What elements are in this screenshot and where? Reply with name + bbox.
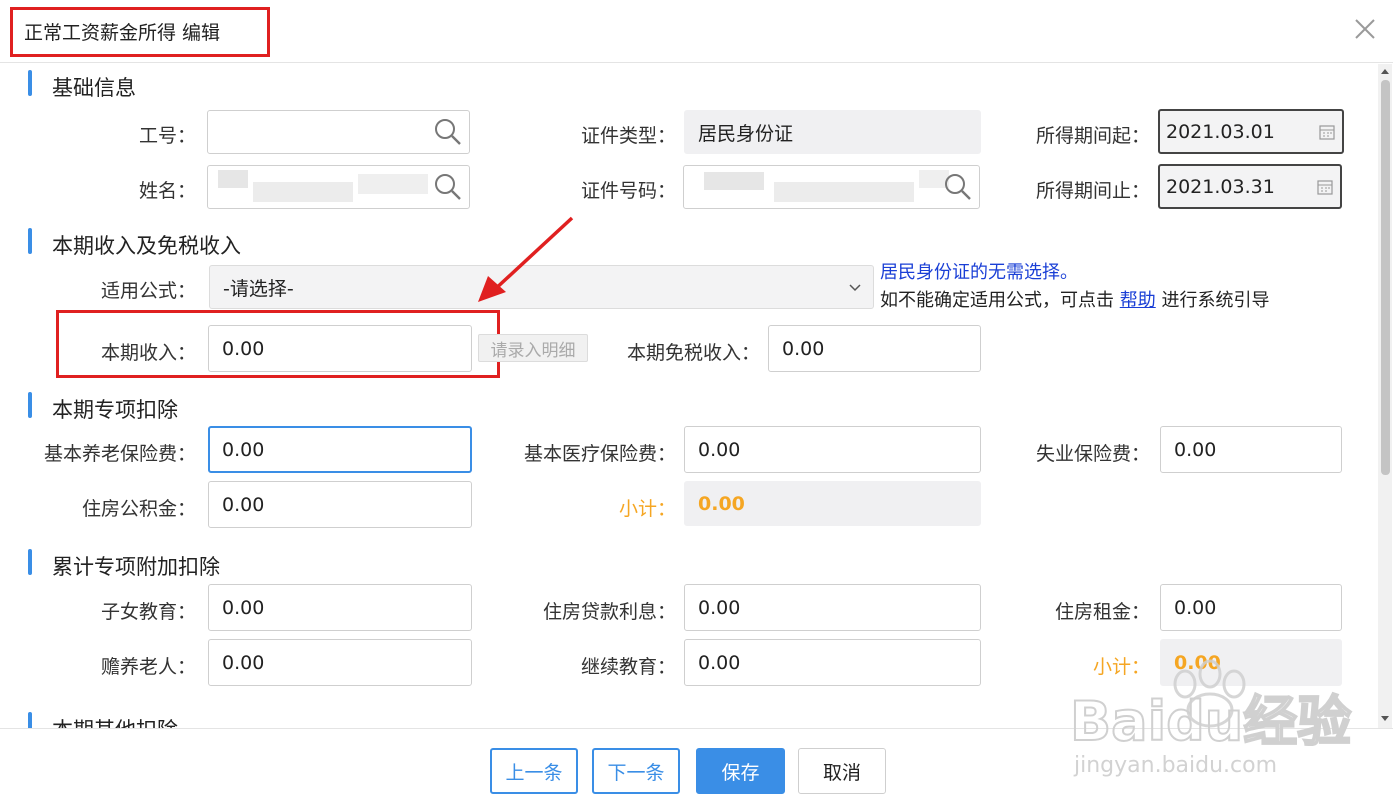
dialog-title: 正常工资薪金所得 编辑 bbox=[24, 22, 221, 44]
emp-no-label: 工号： bbox=[138, 125, 196, 147]
unemployment-label: 失业保险费： bbox=[1035, 443, 1150, 465]
section-marker bbox=[28, 712, 32, 728]
id-type-field: 居民身份证 bbox=[684, 110, 981, 154]
formula-help-text: 如不能确定适用公式，可点击 帮助 进行系统引导 bbox=[880, 290, 1270, 311]
housing-fund-input[interactable]: 0.00 bbox=[208, 481, 472, 528]
section-title-other: 本期其他扣除 bbox=[52, 714, 178, 728]
special-subtotal-value: 0.00 bbox=[684, 481, 981, 526]
annotation-arrow bbox=[478, 216, 574, 302]
redacted-block bbox=[704, 172, 764, 190]
loan-interest-label: 住房贷款利息： bbox=[542, 601, 676, 623]
children-edu-label: 子女教育： bbox=[100, 601, 196, 623]
baidu-watermark-logo: Baidu经验 jingyan.baidu.com bbox=[1069, 659, 1352, 778]
emp-no-input[interactable] bbox=[207, 110, 470, 154]
section-marker bbox=[28, 549, 32, 575]
redacted-block bbox=[218, 170, 248, 188]
current-income-input[interactable]: 0.00 bbox=[208, 325, 472, 372]
formula-hint: 居民身份证的无需选择。 bbox=[880, 262, 1078, 283]
scrollbar-thumb[interactable] bbox=[1381, 80, 1390, 475]
period-start-input[interactable]: 2021.03.01 bbox=[1158, 109, 1344, 154]
medical-input[interactable]: 0.00 bbox=[684, 426, 981, 473]
scroll-up-icon[interactable] bbox=[1379, 66, 1391, 76]
name-input[interactable] bbox=[207, 165, 470, 209]
calendar-icon[interactable] bbox=[1318, 123, 1336, 141]
enter-detail-button[interactable]: 请录入明细 bbox=[478, 334, 588, 362]
formula-label: 适用公式： bbox=[100, 280, 196, 302]
continuing-edu-label: 继续教育： bbox=[580, 656, 676, 678]
redacted-block bbox=[253, 182, 353, 202]
section-marker bbox=[28, 70, 32, 96]
redacted-block bbox=[358, 174, 428, 194]
elderly-label: 赡养老人： bbox=[100, 656, 196, 678]
continuing-edu-input[interactable]: 0.00 bbox=[684, 639, 981, 686]
tax-free-input[interactable]: 0.00 bbox=[768, 325, 981, 372]
children-edu-input[interactable]: 0.00 bbox=[208, 584, 472, 631]
housing-fund-label: 住房公积金： bbox=[81, 498, 196, 520]
elderly-input[interactable]: 0.00 bbox=[208, 639, 472, 686]
pension-input[interactable]: 0.00 bbox=[208, 426, 472, 473]
rent-label: 住房租金： bbox=[1054, 601, 1150, 623]
period-end-input[interactable]: 2021.03.31 bbox=[1158, 164, 1342, 209]
loan-interest-input[interactable]: 0.00 bbox=[684, 584, 981, 631]
rent-input[interactable]: 0.00 bbox=[1160, 584, 1342, 631]
header-divider bbox=[0, 62, 1393, 63]
pension-label: 基本养老保险费： bbox=[43, 443, 196, 465]
id-type-label: 证件类型： bbox=[580, 125, 676, 147]
unemployment-input[interactable]: 0.00 bbox=[1160, 426, 1342, 473]
id-no-label: 证件号码： bbox=[580, 180, 676, 202]
section-marker bbox=[28, 228, 32, 254]
section-title-special: 本期专项扣除 bbox=[52, 398, 178, 422]
search-icon[interactable] bbox=[433, 172, 463, 202]
period-start-label: 所得期间起： bbox=[1035, 125, 1150, 147]
search-icon[interactable] bbox=[433, 117, 463, 147]
search-icon[interactable] bbox=[943, 172, 973, 202]
save-button[interactable]: 保存 bbox=[696, 748, 785, 794]
section-title-additional: 累计专项附加扣除 bbox=[52, 555, 220, 579]
chevron-down-icon bbox=[849, 284, 861, 292]
name-label: 姓名： bbox=[138, 180, 196, 202]
close-icon[interactable] bbox=[1352, 16, 1378, 42]
id-no-input[interactable] bbox=[683, 165, 980, 209]
redacted-block bbox=[774, 182, 914, 202]
next-button[interactable]: 下一条 bbox=[592, 748, 680, 794]
special-subtotal-label: 小计： bbox=[618, 498, 676, 520]
watermark-url: jingyan.baidu.com bbox=[1073, 753, 1277, 778]
watermark-text: Baidu经验 bbox=[1070, 690, 1351, 753]
cancel-button[interactable]: 取消 bbox=[798, 748, 886, 794]
medical-label: 基本医疗保险费： bbox=[523, 443, 676, 465]
section-title-basic: 基础信息 bbox=[52, 76, 136, 100]
section-marker bbox=[28, 392, 32, 418]
section-title-income: 本期收入及免税收入 bbox=[52, 234, 241, 258]
prev-button[interactable]: 上一条 bbox=[490, 748, 578, 794]
tax-free-label: 本期免税收入： bbox=[626, 342, 760, 364]
calendar-icon[interactable] bbox=[1316, 178, 1334, 196]
period-end-label: 所得期间止： bbox=[1035, 180, 1150, 202]
current-income-label: 本期收入： bbox=[100, 342, 196, 364]
help-link[interactable]: 帮助 bbox=[1120, 290, 1156, 311]
